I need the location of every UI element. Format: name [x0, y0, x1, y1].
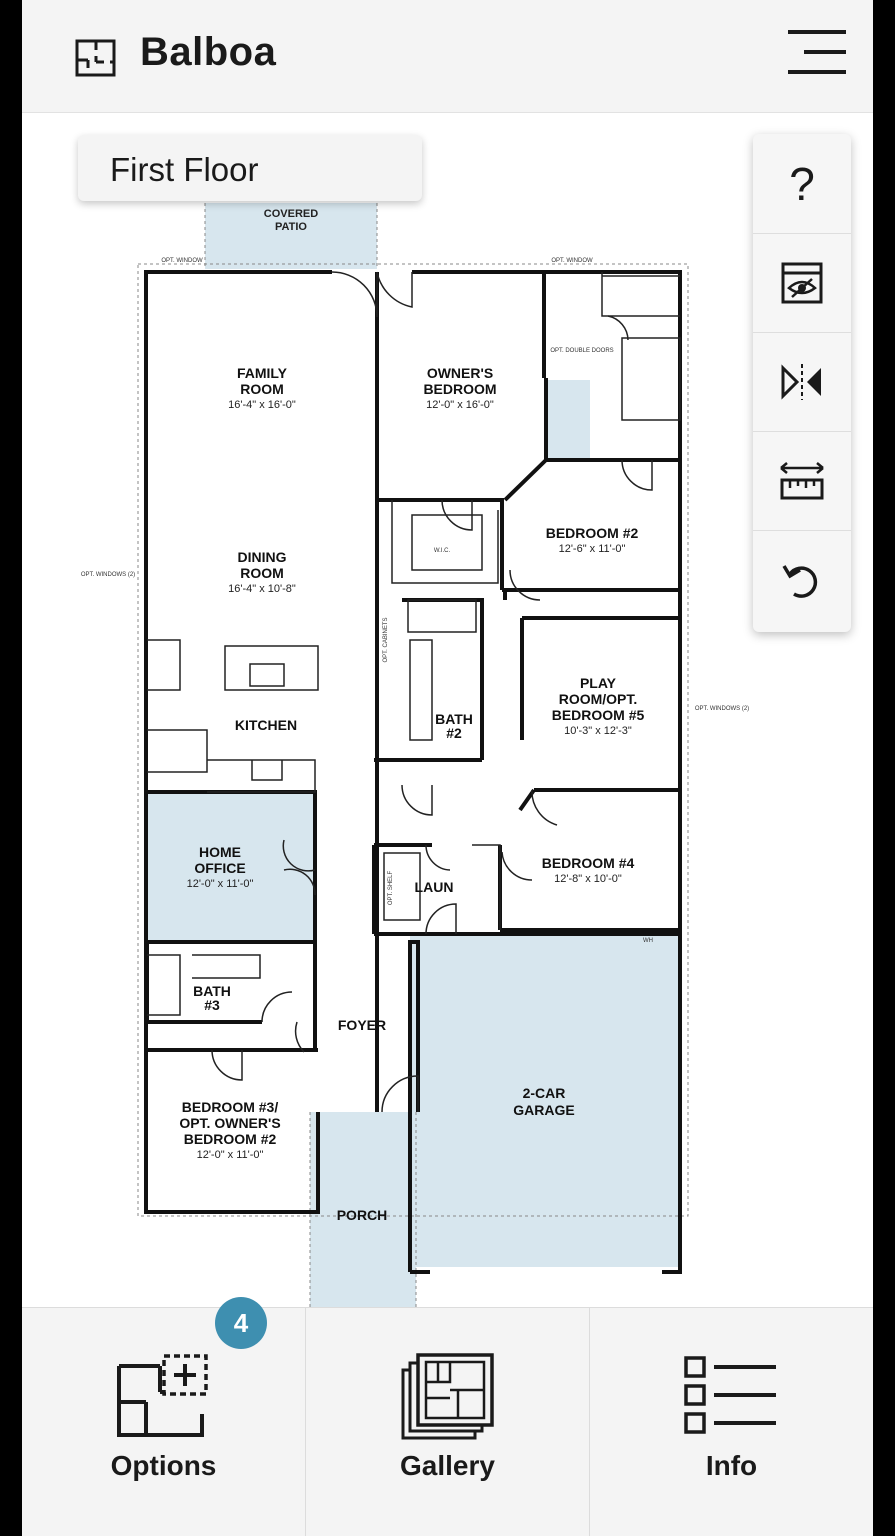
svg-text:2-CAR: 2-CAR	[523, 1085, 566, 1101]
svg-text:PLAY: PLAY	[580, 675, 617, 691]
tab-options-label: Options	[110, 1450, 217, 1481]
svg-text:#3: #3	[204, 997, 220, 1013]
floor-selector-label: First Floor	[110, 151, 259, 188]
help-button[interactable]: ?	[753, 134, 851, 234]
svg-text:OWNER'S: OWNER'S	[427, 365, 493, 381]
measure-button[interactable]	[753, 431, 851, 531]
room-foyer[interactable]: FOYER	[338, 1017, 386, 1033]
tab-gallery-label: Gallery	[400, 1450, 495, 1481]
room-kitchen[interactable]: KITCHEN	[235, 717, 297, 733]
reset-button[interactable]	[753, 530, 851, 629]
svg-text:BEDROOM #4: BEDROOM #4	[542, 855, 635, 871]
svg-text:#2: #2	[446, 725, 462, 741]
room-bedroom-4[interactable]: BEDROOM #4 12'-8" x 10'-0"	[542, 855, 635, 885]
svg-text:16'-4" x 16'-0": 16'-4" x 16'-0"	[228, 399, 296, 411]
svg-text:12'-6" x 11'-0": 12'-6" x 11'-0"	[559, 543, 626, 555]
svg-text:12'-8" x 10'-0": 12'-8" x 10'-0"	[554, 873, 622, 885]
svg-text:16'-4" x 10'-8": 16'-4" x 10'-8"	[228, 583, 296, 595]
room-owners-bedroom[interactable]: OWNER'S BEDROOM 12'-0" x 16'-0"	[423, 365, 496, 411]
room-bedroom-3[interactable]: BEDROOM #3/ OPT. OWNER'S BEDROOM #2 12'-…	[179, 1099, 280, 1161]
room-bath-3[interactable]: BATH #3	[193, 983, 231, 1013]
options-count-badge: 4	[215, 1297, 267, 1349]
svg-text:PATIO: PATIO	[275, 221, 307, 233]
help-icon: ?	[789, 157, 815, 210]
svg-text:BEDROOM: BEDROOM	[423, 381, 496, 397]
svg-text:12'-0" x 11'-0": 12'-0" x 11'-0"	[187, 878, 254, 890]
floorplan-drawing[interactable]: .w{fill:none;stroke:#111;stroke-width:4;…	[22, 112, 873, 1307]
svg-text:BEDROOM #3/: BEDROOM #3/	[182, 1099, 279, 1115]
svg-text:HOME: HOME	[199, 844, 241, 860]
svg-text:ROOM: ROOM	[240, 565, 284, 581]
undo-icon	[782, 564, 818, 598]
svg-text:DINING: DINING	[238, 549, 287, 565]
tab-info[interactable]: Info	[590, 1308, 873, 1536]
ruler-dimension-icon	[780, 461, 824, 499]
room-play-room[interactable]: PLAY ROOM/OPT. BEDROOM #5 10'-3" x 12'-3…	[552, 675, 645, 737]
label-opt-window-right: OPT. WINDOW	[551, 258, 593, 264]
mirror-flip-icon	[781, 363, 821, 400]
svg-text:BEDROOM #2: BEDROOM #2	[184, 1131, 277, 1147]
svg-text:FAMILY: FAMILY	[237, 365, 288, 381]
label-wh: WH	[643, 938, 653, 944]
gallery-icon	[401, 1353, 494, 1440]
label-opt-windows-left: OPT. WINDOWS (2)	[81, 572, 135, 578]
svg-text:12'-0" x 11'-0": 12'-0" x 11'-0"	[197, 1149, 264, 1161]
app-header: Balboa	[22, 0, 873, 113]
svg-text:COVERED: COVERED	[264, 208, 318, 220]
label-opt-double-doors: OPT. DOUBLE DOORS	[550, 348, 613, 354]
label-opt-cabinets: OPT. CABINETS	[383, 617, 389, 662]
floorplan-options-icon	[117, 1354, 208, 1437]
svg-text:10'-3" x 12'-3": 10'-3" x 12'-3"	[564, 725, 632, 737]
floorplan-icon	[75, 39, 116, 77]
plan-toolbar: ?	[753, 134, 851, 632]
toilet-room-fill	[546, 380, 590, 458]
eye-preview-icon	[781, 262, 823, 303]
svg-text:GARAGE: GARAGE	[513, 1102, 574, 1118]
svg-text:ROOM: ROOM	[240, 381, 284, 397]
room-laundry[interactable]: LAUN	[415, 879, 454, 895]
furniture-toggle-button[interactable]	[753, 233, 851, 333]
room-porch[interactable]: PORCH	[337, 1207, 388, 1223]
room-family-room[interactable]: FAMILY ROOM 16'-4" x 16'-0"	[228, 365, 296, 411]
tab-info-label: Info	[705, 1450, 758, 1481]
room-bath-2[interactable]: BATH #2	[435, 711, 473, 741]
room-dining-room[interactable]: DINING ROOM 16'-4" x 10'-8"	[228, 549, 296, 595]
mirror-button[interactable]	[753, 332, 851, 432]
svg-text:OPT. OWNER'S: OPT. OWNER'S	[179, 1115, 280, 1131]
bottom-navigation: Options Gallery Info	[22, 1307, 873, 1536]
label-wic: W.I.C.	[434, 548, 451, 554]
tab-gallery[interactable]: Gallery	[306, 1308, 589, 1536]
plan-title: Balboa	[140, 30, 277, 74]
label-opt-window-left: OPT. WINDOW	[161, 258, 203, 264]
svg-text:BEDROOM #2: BEDROOM #2	[546, 525, 639, 541]
room-bedroom-2[interactable]: BEDROOM #2 12'-6" x 11'-0"	[546, 525, 639, 555]
label-opt-shelf: OPT. SHELF	[388, 870, 394, 905]
hamburger-menu-icon[interactable]	[786, 28, 848, 76]
floor-selector[interactable]: First Floor	[78, 135, 422, 201]
svg-text:12'-0" x 16'-0": 12'-0" x 16'-0"	[426, 399, 494, 411]
list-info-icon	[684, 1356, 776, 1434]
svg-text:ROOM/OPT.: ROOM/OPT.	[559, 691, 638, 707]
label-opt-windows-right: OPT. WINDOWS (2)	[695, 706, 749, 712]
app-screen: Balboa .w{fill:none;stroke:#111;stroke-w…	[22, 0, 873, 1536]
svg-text:BEDROOM #5: BEDROOM #5	[552, 707, 645, 723]
tab-options[interactable]: Options	[22, 1308, 305, 1536]
svg-text:OFFICE: OFFICE	[194, 860, 245, 876]
